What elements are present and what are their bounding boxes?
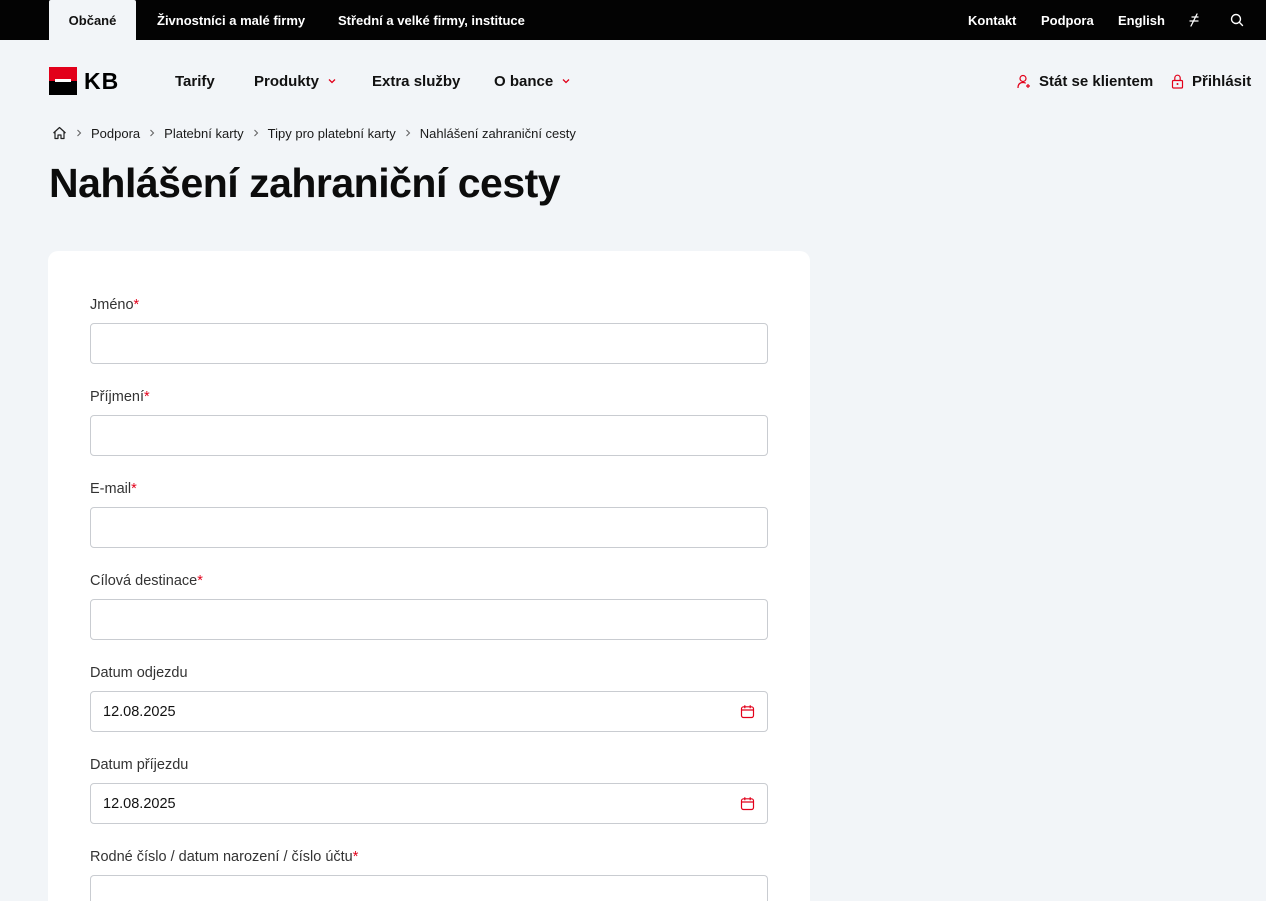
id-number-input[interactable] xyxy=(90,875,768,901)
english-link[interactable]: English xyxy=(1118,0,1165,40)
segment-tab-corporate[interactable]: Střední a velké firmy, instituce xyxy=(338,0,525,40)
nav-label: Tarify xyxy=(175,72,215,90)
calendar-icon[interactable] xyxy=(740,796,755,811)
chevron-right-icon xyxy=(77,129,82,137)
id-number-label: Rodné číslo / datum narození / číslo účt… xyxy=(90,849,359,865)
become-client-link[interactable]: Stát se klientem xyxy=(1017,71,1153,91)
nav-label: Produkty xyxy=(254,72,320,90)
calendar-icon[interactable] xyxy=(740,704,755,719)
search-icon[interactable] xyxy=(1229,12,1245,28)
first-name-label: Jméno* xyxy=(90,297,140,313)
breadcrumb-item[interactable]: Podpora xyxy=(91,126,140,141)
breadcrumb: Podpora Platební karty Tipy pro platební… xyxy=(52,125,576,141)
breadcrumb-current: Nahlášení zahraniční cesty xyxy=(419,125,576,141)
become-client-label: Stát se klientem xyxy=(1039,72,1154,90)
login-label: Přihlásit xyxy=(1192,72,1252,90)
departure-date-value: 12.08.2025 xyxy=(103,703,176,720)
last-name-label: Příjmení* xyxy=(90,389,150,405)
destination-input[interactable] xyxy=(90,599,768,640)
chevron-right-icon xyxy=(253,129,258,137)
email-label: E-mail* xyxy=(90,481,137,497)
departure-date-label: Datum odjezdu xyxy=(90,665,188,681)
breadcrumb-item[interactable]: Tipy pro platební karty xyxy=(268,126,396,141)
arrival-date-input[interactable]: 12.08.2025 xyxy=(90,783,768,824)
top-bar: Občané Živnostníci a malé firmy Střední … xyxy=(0,0,1266,40)
login-link[interactable]: Přihlásit xyxy=(1171,71,1251,91)
breadcrumb-item[interactable]: Platební karty xyxy=(164,126,244,141)
page-title: Nahlášení zahraniční cesty xyxy=(49,160,561,206)
accessibility-icon[interactable] xyxy=(1186,12,1202,28)
kb-logo-mark xyxy=(49,67,77,95)
destination-label: Cílová destinace* xyxy=(90,573,203,589)
segment-tab-small-business[interactable]: Živnostníci a malé firmy xyxy=(157,0,305,40)
nav-o-bance[interactable]: O bance xyxy=(494,71,571,91)
chevron-right-icon xyxy=(405,129,411,137)
nav-label: O bance xyxy=(494,72,554,90)
arrival-date-label: Datum příjezdu xyxy=(90,757,189,773)
first-name-input[interactable] xyxy=(90,323,768,364)
nav-label: Extra služby xyxy=(372,72,461,90)
kb-logo[interactable]: KB xyxy=(49,67,121,95)
chevron-right-icon xyxy=(150,129,155,137)
arrival-date-value: 12.08.2025 xyxy=(103,795,176,812)
nav-produkty[interactable]: Produkty xyxy=(254,71,337,91)
email-input[interactable] xyxy=(90,507,768,548)
support-link[interactable]: Podpora xyxy=(1041,0,1094,40)
segment-tab-obcane[interactable]: Občané xyxy=(49,0,136,40)
last-name-input[interactable] xyxy=(90,415,768,456)
lock-icon xyxy=(1171,74,1184,89)
logo-text: KB xyxy=(84,67,120,94)
chevron-down-icon xyxy=(562,79,570,84)
nav-tarify[interactable]: Tarify xyxy=(175,71,215,91)
user-add-icon xyxy=(1017,74,1030,88)
nav-extra-sluzby[interactable]: Extra služby xyxy=(372,71,460,91)
home-icon[interactable] xyxy=(52,126,67,140)
departure-date-input[interactable]: 12.08.2025 xyxy=(90,691,768,732)
contact-link[interactable]: Kontakt xyxy=(968,0,1016,40)
chevron-down-icon xyxy=(328,79,336,84)
